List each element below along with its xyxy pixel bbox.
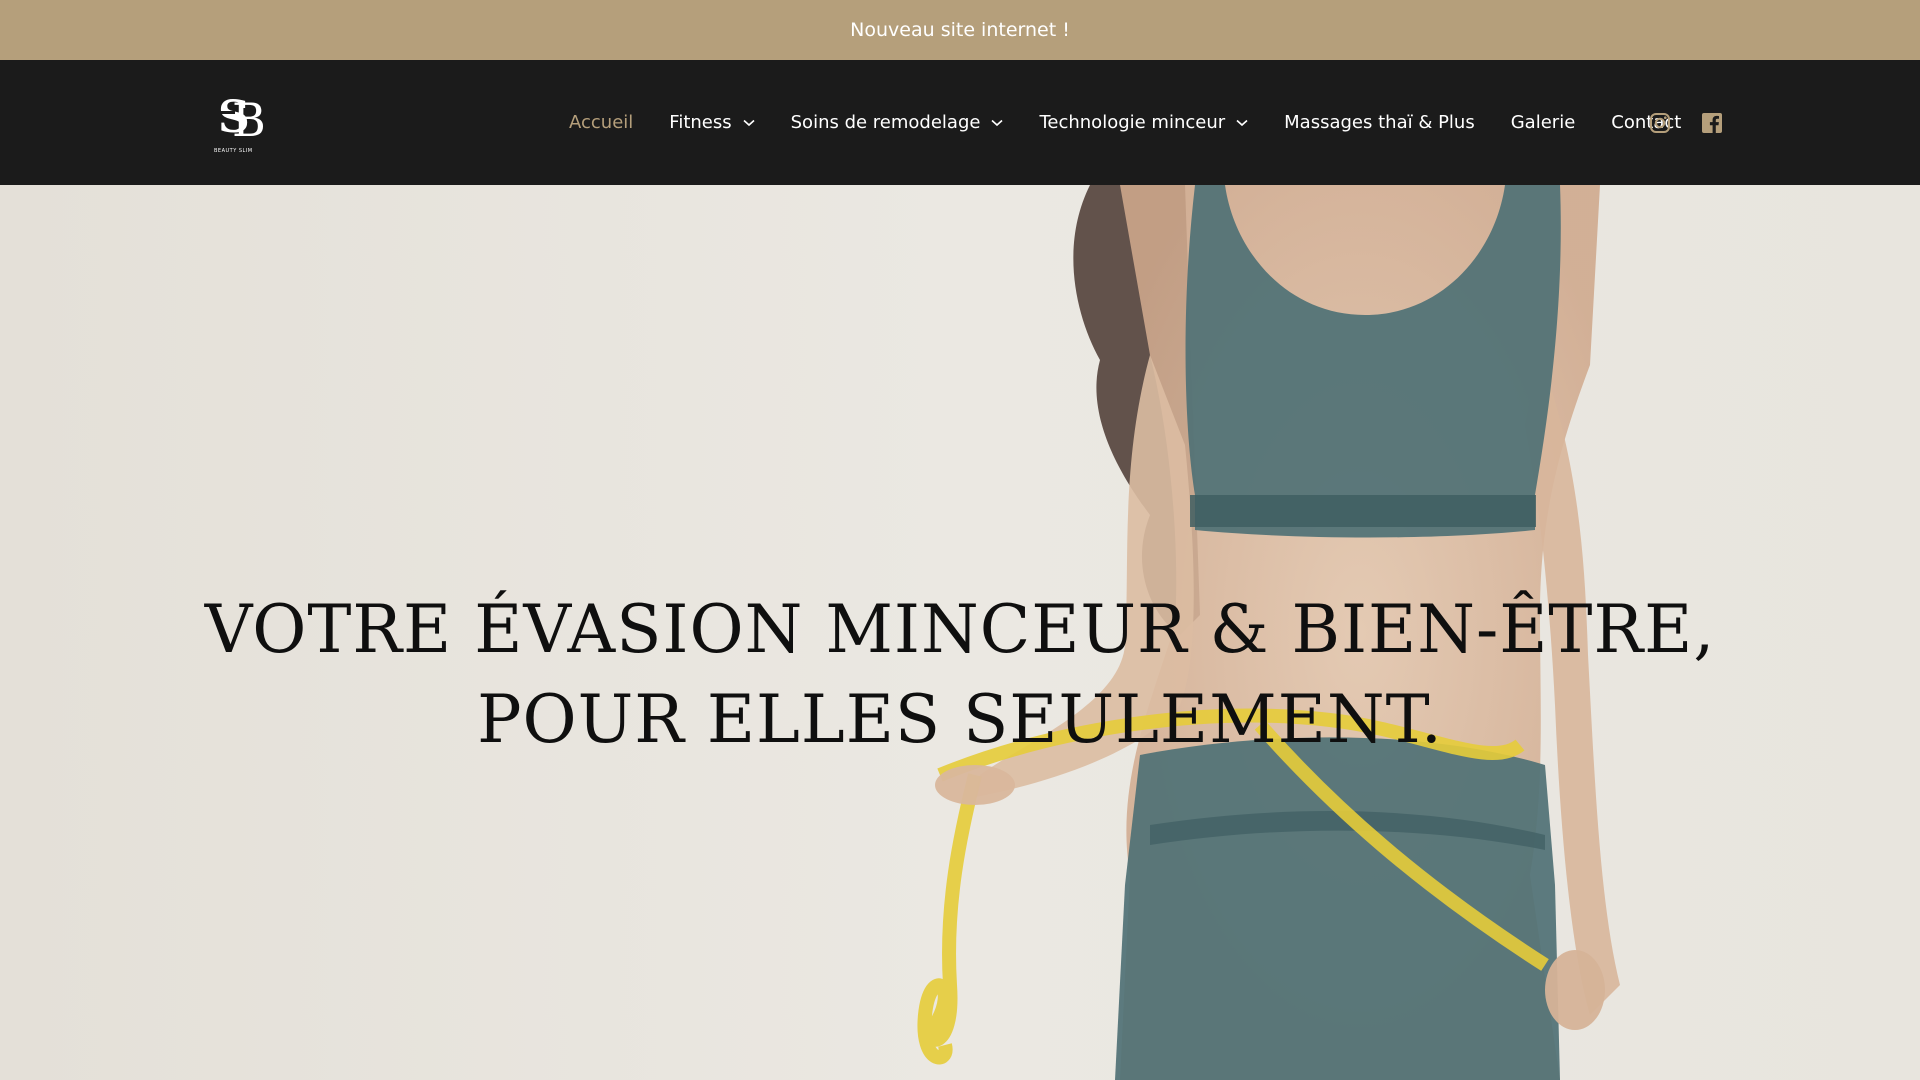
- main-navbar: S B BEAUTY SLIM Accueil Fitness Soins de…: [0, 60, 1920, 185]
- primary-nav: Accueil Fitness Soins de remodelage Tech…: [551, 60, 1699, 185]
- facebook-icon[interactable]: [1700, 111, 1724, 135]
- nav-item-label: Accueil: [569, 112, 634, 133]
- nav-item-accueil[interactable]: Accueil: [551, 112, 651, 133]
- logo-monogram-icon: S B BEAUTY SLIM: [214, 92, 266, 154]
- nav-item-soins-de-remodelage[interactable]: Soins de remodelage: [773, 112, 1022, 133]
- chevron-down-icon: [991, 119, 1003, 126]
- site-logo[interactable]: S B BEAUTY SLIM: [214, 90, 266, 154]
- nav-item-label: Massages thaï & Plus: [1284, 112, 1475, 133]
- nav-item-label: Soins de remodelage: [790, 112, 981, 133]
- instagram-icon[interactable]: [1648, 111, 1672, 135]
- nav-item-fitness[interactable]: Fitness: [651, 112, 772, 133]
- nav-item-label: Galerie: [1510, 112, 1576, 133]
- nav-item-galerie[interactable]: Galerie: [1493, 112, 1594, 133]
- announcement-bar: Nouveau site internet !: [0, 0, 1920, 60]
- svg-text:BEAUTY SLIM: BEAUTY SLIM: [214, 148, 253, 154]
- hero-heading: VOTRE ÉVASION MINCEUR & BIEN-ÊTRE, POUR …: [204, 591, 1716, 758]
- announcement-text: Nouveau site internet !: [850, 19, 1070, 41]
- chevron-down-icon: [1236, 119, 1248, 126]
- nav-item-technologie-minceur[interactable]: Technologie minceur: [1021, 112, 1266, 133]
- social-links: [1648, 60, 1724, 185]
- hero-section: VOTRE ÉVASION MINCEUR & BIEN-ÊTRE, POUR …: [0, 185, 1920, 1080]
- nav-item-massages[interactable]: Massages thaï & Plus: [1266, 112, 1493, 133]
- nav-item-label: Technologie minceur: [1039, 112, 1226, 133]
- nav-item-label: Fitness: [669, 112, 732, 133]
- svg-text:B: B: [232, 93, 266, 147]
- chevron-down-icon: [743, 119, 755, 126]
